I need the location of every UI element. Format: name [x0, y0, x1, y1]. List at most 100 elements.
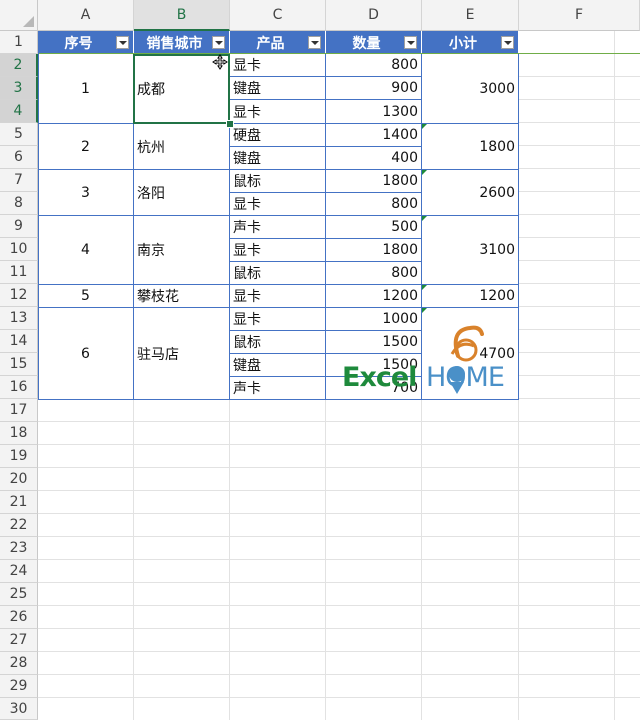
- column-header-b[interactable]: B: [134, 0, 230, 31]
- qty-cell[interactable]: 500: [326, 216, 422, 239]
- row-header-30[interactable]: 30: [0, 698, 38, 720]
- subtotal-cell[interactable]: 1800: [422, 124, 519, 170]
- header-subtotal-label: 小计: [449, 35, 477, 52]
- header-product[interactable]: 产品: [230, 31, 326, 54]
- qty-cell[interactable]: 800: [326, 262, 422, 285]
- filter-dropdown-icon[interactable]: [308, 36, 321, 49]
- seq-cell[interactable]: 1: [38, 54, 134, 124]
- qty-cell[interactable]: 800: [326, 193, 422, 216]
- city-cell[interactable]: 洛阳: [134, 170, 230, 216]
- move-cursor-icon: [212, 54, 228, 70]
- row-header-21[interactable]: 21: [0, 491, 38, 514]
- product-cell[interactable]: 键盘: [230, 147, 326, 170]
- seq-cell[interactable]: 5: [38, 285, 134, 308]
- product-cell[interactable]: 鼠标: [230, 262, 326, 285]
- header-subtotal[interactable]: 小计: [422, 31, 519, 54]
- row-header-15[interactable]: 15: [0, 353, 38, 376]
- product-cell[interactable]: 显卡: [230, 193, 326, 216]
- product-cell[interactable]: 声卡: [230, 377, 326, 400]
- header-product-label: 产品: [256, 35, 285, 52]
- filter-dropdown-icon[interactable]: [404, 36, 417, 49]
- row-header-27[interactable]: 27: [0, 629, 38, 652]
- row-header-22[interactable]: 22: [0, 514, 38, 537]
- logo-text-home: HOME: [426, 362, 505, 393]
- product-cell[interactable]: 显卡: [230, 285, 326, 308]
- row-header-26[interactable]: 26: [0, 606, 38, 629]
- product-cell[interactable]: 鼠标: [230, 331, 326, 354]
- column-header-a[interactable]: A: [38, 0, 134, 31]
- header-seq-label: 序号: [64, 35, 93, 52]
- column-header-d[interactable]: D: [326, 0, 422, 31]
- seq-cell[interactable]: 2: [38, 124, 134, 170]
- qty-cell[interactable]: 1800: [326, 170, 422, 193]
- qty-cell[interactable]: 900: [326, 77, 422, 100]
- product-cell[interactable]: 显卡: [230, 54, 326, 77]
- seq-cell[interactable]: 4: [38, 216, 134, 285]
- header-qty-label: 数量: [352, 35, 381, 52]
- table-left-border: [38, 31, 39, 400]
- column-header-f[interactable]: F: [519, 0, 640, 31]
- seq-cell[interactable]: 3: [38, 170, 134, 216]
- column-header-e[interactable]: E: [422, 0, 519, 31]
- fill-handle[interactable]: [226, 120, 234, 128]
- filter-dropdown-icon[interactable]: [116, 36, 129, 49]
- row-header-4[interactable]: 4: [0, 100, 38, 123]
- row-header-28[interactable]: 28: [0, 652, 38, 675]
- logo-text-excel: Excel: [342, 362, 417, 393]
- qty-cell[interactable]: 400: [326, 147, 422, 170]
- city-cell[interactable]: 攀枝花: [134, 285, 230, 308]
- row-header-6[interactable]: 6: [0, 146, 38, 169]
- row-header-29[interactable]: 29: [0, 675, 38, 698]
- header-qty[interactable]: 数量: [326, 31, 422, 54]
- row-header-10[interactable]: 10: [0, 238, 38, 261]
- filter-dropdown-icon[interactable]: [501, 36, 514, 49]
- row-header-24[interactable]: 24: [0, 560, 38, 583]
- product-cell[interactable]: 键盘: [230, 354, 326, 377]
- row-header-13[interactable]: 13: [0, 307, 38, 330]
- product-cell[interactable]: 鼠标: [230, 170, 326, 193]
- row-header-23[interactable]: 23: [0, 537, 38, 560]
- product-cell[interactable]: 显卡: [230, 308, 326, 331]
- city-cell[interactable]: 南京: [134, 216, 230, 285]
- city-cell[interactable]: 驻马店: [134, 308, 230, 400]
- select-all-corner[interactable]: [0, 0, 38, 31]
- row-header-1[interactable]: 1: [0, 31, 38, 54]
- row-header-20[interactable]: 20: [0, 468, 38, 491]
- row-header-11[interactable]: 11: [0, 261, 38, 284]
- row-header-18[interactable]: 18: [0, 422, 38, 445]
- product-cell[interactable]: 显卡: [230, 100, 326, 124]
- qty-cell[interactable]: 1300: [326, 100, 422, 124]
- row-header-5[interactable]: 5: [0, 123, 38, 146]
- row-header-12[interactable]: 12: [0, 284, 38, 307]
- excelhome-logo: Excel HOME: [340, 320, 520, 400]
- product-cell[interactable]: 硬盘: [230, 124, 326, 147]
- row-header-25[interactable]: 25: [0, 583, 38, 606]
- row-header-7[interactable]: 7: [0, 169, 38, 192]
- row-header-3[interactable]: 3: [0, 77, 38, 100]
- row-header-16[interactable]: 16: [0, 376, 38, 399]
- qty-cell[interactable]: 1200: [326, 285, 422, 308]
- subtotal-cell[interactable]: 2600: [422, 170, 519, 216]
- column-header-c[interactable]: C: [230, 0, 326, 31]
- subtotal-cell[interactable]: 1200: [422, 285, 519, 308]
- header-city[interactable]: 销售城市: [134, 31, 230, 54]
- row-header-19[interactable]: 19: [0, 445, 38, 468]
- row-header-2[interactable]: 2: [0, 54, 38, 77]
- header-seq[interactable]: 序号: [38, 31, 134, 54]
- subtotal-cell[interactable]: 3000: [422, 54, 519, 124]
- seq-cell[interactable]: 6: [38, 308, 134, 400]
- row-header-14[interactable]: 14: [0, 330, 38, 353]
- product-cell[interactable]: 键盘: [230, 77, 326, 100]
- qty-cell[interactable]: 1400: [326, 124, 422, 147]
- product-cell[interactable]: 声卡: [230, 216, 326, 239]
- qty-cell[interactable]: 1800: [326, 239, 422, 262]
- subtotal-cell[interactable]: 3100: [422, 216, 519, 285]
- city-cell[interactable]: 杭州: [134, 124, 230, 170]
- header-city-label: 销售城市: [146, 35, 203, 52]
- filter-dropdown-icon[interactable]: [212, 36, 225, 49]
- product-cell[interactable]: 显卡: [230, 239, 326, 262]
- row-header-8[interactable]: 8: [0, 192, 38, 215]
- row-header-9[interactable]: 9: [0, 215, 38, 238]
- row-header-17[interactable]: 17: [0, 399, 38, 422]
- qty-cell[interactable]: 800: [326, 54, 422, 77]
